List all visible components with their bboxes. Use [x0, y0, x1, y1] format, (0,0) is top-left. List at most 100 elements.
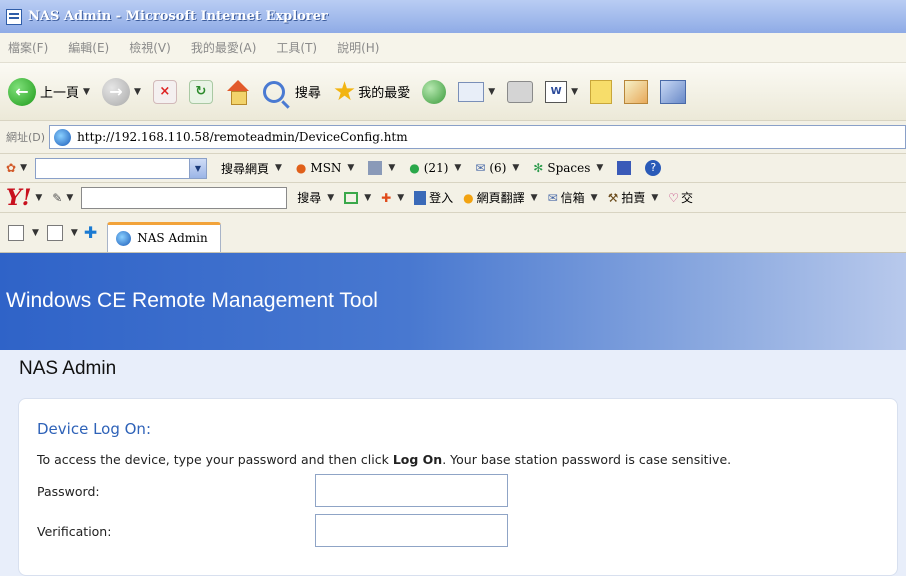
page-banner: Windows CE Remote Management Tool	[0, 253, 906, 350]
tab-label: NAS Admin	[137, 231, 208, 245]
chevron-down-icon: ▼	[530, 192, 538, 203]
rss-button[interactable]: ▼	[368, 161, 395, 175]
messenger-icon	[624, 79, 649, 104]
home-icon	[225, 79, 251, 105]
forward-dropdown-icon[interactable]: ▼	[134, 87, 141, 97]
yahoo-translate-button[interactable]: ● 網頁翻譯 ▼	[463, 189, 537, 206]
pencil-dropdown-icon[interactable]: ▼	[66, 193, 73, 203]
menu-bar: 檔案(F) 編輯(E) 檢視(V) 我的最愛(A) 工具(T) 說明(H)	[0, 33, 906, 63]
add-favorite-dropdown-icon[interactable]: ▼	[71, 228, 78, 238]
verification-label: Verification:	[37, 524, 112, 539]
research-button[interactable]	[660, 79, 687, 104]
hammer-icon: ⚒	[607, 190, 619, 205]
menu-tools[interactable]: 工具(T)	[276, 39, 317, 56]
address-bar: 網址(D) http://192.168.110.58/remoteadmin/…	[0, 121, 906, 154]
menu-help[interactable]: 說明(H)	[337, 39, 379, 56]
yahoo-logo-icon[interactable]: Y!	[6, 187, 31, 209]
desc-text-start: To access the device, type your password…	[37, 452, 393, 467]
title-bar: NAS Admin - Microsoft Internet Explorer	[0, 0, 906, 33]
favorites-star-icon: ★	[332, 76, 357, 107]
mail-button[interactable]: ▼	[458, 81, 495, 102]
blue-square-icon	[617, 161, 632, 175]
menu-view[interactable]: 檢視(V)	[129, 39, 171, 56]
favorites-button[interactable]: ★ 我的最愛	[333, 79, 410, 105]
yahoo-window-button[interactable]: ▼	[344, 191, 371, 204]
messenger-contacts-button[interactable]: ● (21) ▼	[409, 161, 461, 175]
combo-dropdown-icon[interactable]: ▼	[188, 158, 206, 178]
favorites-center-icon[interactable]	[8, 224, 24, 241]
refresh-icon: ↻	[188, 79, 213, 104]
msn-menu-dropdown-icon[interactable]: ▼	[20, 163, 27, 173]
page-globe-icon	[116, 230, 132, 246]
page-content: NAS Admin Device Log On: To access the d…	[0, 350, 906, 576]
verification-input[interactable]	[315, 514, 508, 547]
pencil-icon[interactable]: ✎	[52, 191, 62, 205]
yahoo-more-button[interactable]: ♡ 交	[668, 189, 693, 206]
refresh-button[interactable]: ↻	[188, 79, 213, 104]
msn-search-combo[interactable]: ▼	[34, 157, 207, 179]
login-panel: Device Log On: To access the device, typ…	[18, 398, 898, 576]
address-label: 網址(D)	[6, 131, 46, 144]
spaces-icon: ✻	[533, 161, 544, 175]
chevron-down-icon: ▼	[454, 163, 462, 173]
buddy-icon: ●	[409, 161, 420, 175]
stop-button[interactable]: ×	[152, 79, 177, 104]
menu-favorites[interactable]: 我的最愛(A)	[191, 39, 257, 56]
chevron-down-icon: ▼	[388, 163, 396, 173]
chevron-down-icon: ▼	[275, 163, 282, 173]
spaces-label: Spaces	[547, 161, 591, 175]
yahoo-target-button[interactable]: ✚ ▼	[381, 191, 404, 205]
search-icon	[262, 80, 285, 103]
add-favorite-icon[interactable]	[46, 224, 63, 241]
panel-heading: Device Log On:	[37, 420, 151, 438]
home-button[interactable]	[225, 79, 251, 105]
help-button[interactable]: ?	[645, 160, 662, 176]
mailbox-label: 信箱	[560, 191, 585, 205]
edit-dropdown-icon[interactable]: ▼	[571, 87, 578, 97]
desc-text-end: . Your base station password is case sen…	[442, 452, 732, 467]
menu-edit[interactable]: 編輯(E)	[68, 39, 109, 56]
messenger-button[interactable]	[624, 79, 649, 104]
tab-bar: ▼ ▼ ✚ NAS Admin	[0, 213, 906, 253]
address-input[interactable]: http://192.168.110.58/remoteadmin/Device…	[49, 125, 906, 149]
chevron-down-icon: ▼	[347, 163, 355, 173]
print-button[interactable]	[507, 80, 534, 103]
tab-nas-admin[interactable]: NAS Admin	[107, 221, 221, 252]
mail-dropdown-icon[interactable]: ▼	[488, 87, 495, 97]
yahoo-login-button[interactable]: 登入	[414, 189, 453, 206]
search-web-button[interactable]: 搜尋網頁 ▼	[221, 160, 282, 177]
discuss-button[interactable]	[590, 79, 613, 104]
standard-toolbar: ← 上一頁 ▼ → ▼ × ↻ 搜尋 ★ 我的最愛 ▼ W ▼	[0, 63, 906, 121]
translate-icon: ●	[463, 190, 474, 205]
translate-label: 網頁翻譯	[476, 191, 525, 205]
desc-logon-bold: Log On	[392, 452, 443, 467]
window-title: NAS Admin - Microsoft Internet Explorer	[28, 9, 328, 24]
yahoo-mailbox-button[interactable]: ✉ 信箱 ▼	[548, 189, 598, 206]
chevron-down-icon: ▼	[590, 192, 598, 203]
forward-arrow-icon: →	[101, 77, 130, 106]
chevron-down-icon: ▼	[397, 192, 405, 203]
chevron-down-icon: ▼	[596, 163, 604, 173]
yahoo-auction-button[interactable]: ⚒ 拍賣 ▼	[608, 189, 659, 206]
forward-button[interactable]: → ▼	[101, 77, 141, 106]
search-button[interactable]: 搜尋	[262, 80, 321, 103]
password-input[interactable]	[315, 474, 508, 507]
yahoo-search-input[interactable]	[81, 186, 288, 209]
page-globe-icon	[54, 128, 72, 146]
spaces-button[interactable]: ✻ Spaces ▼	[533, 161, 603, 175]
new-tab-plus-icon[interactable]: ✚	[84, 223, 97, 242]
msn-logo-icon: ●	[295, 161, 307, 175]
onenote-button[interactable]	[617, 161, 632, 175]
back-dropdown-icon[interactable]: ▼	[83, 87, 90, 97]
edit-button[interactable]: W ▼	[545, 80, 578, 103]
yahoo-dropdown-icon[interactable]: ▼	[35, 193, 42, 203]
back-button[interactable]: ← 上一頁 ▼	[8, 77, 90, 106]
msn-butterfly-icon[interactable]: ✿	[6, 161, 16, 175]
menu-file[interactable]: 檔案(F)	[8, 39, 48, 56]
history-button[interactable]	[422, 79, 447, 104]
yahoo-search-button[interactable]: 搜尋 ▼	[297, 189, 334, 206]
mail-count-button[interactable]: ✉ (6) ▼	[475, 161, 519, 175]
envelope-icon: ✉	[475, 161, 486, 175]
msn-button[interactable]: ● MSN ▼	[296, 161, 354, 175]
favorites-center-dropdown-icon[interactable]: ▼	[32, 228, 39, 238]
